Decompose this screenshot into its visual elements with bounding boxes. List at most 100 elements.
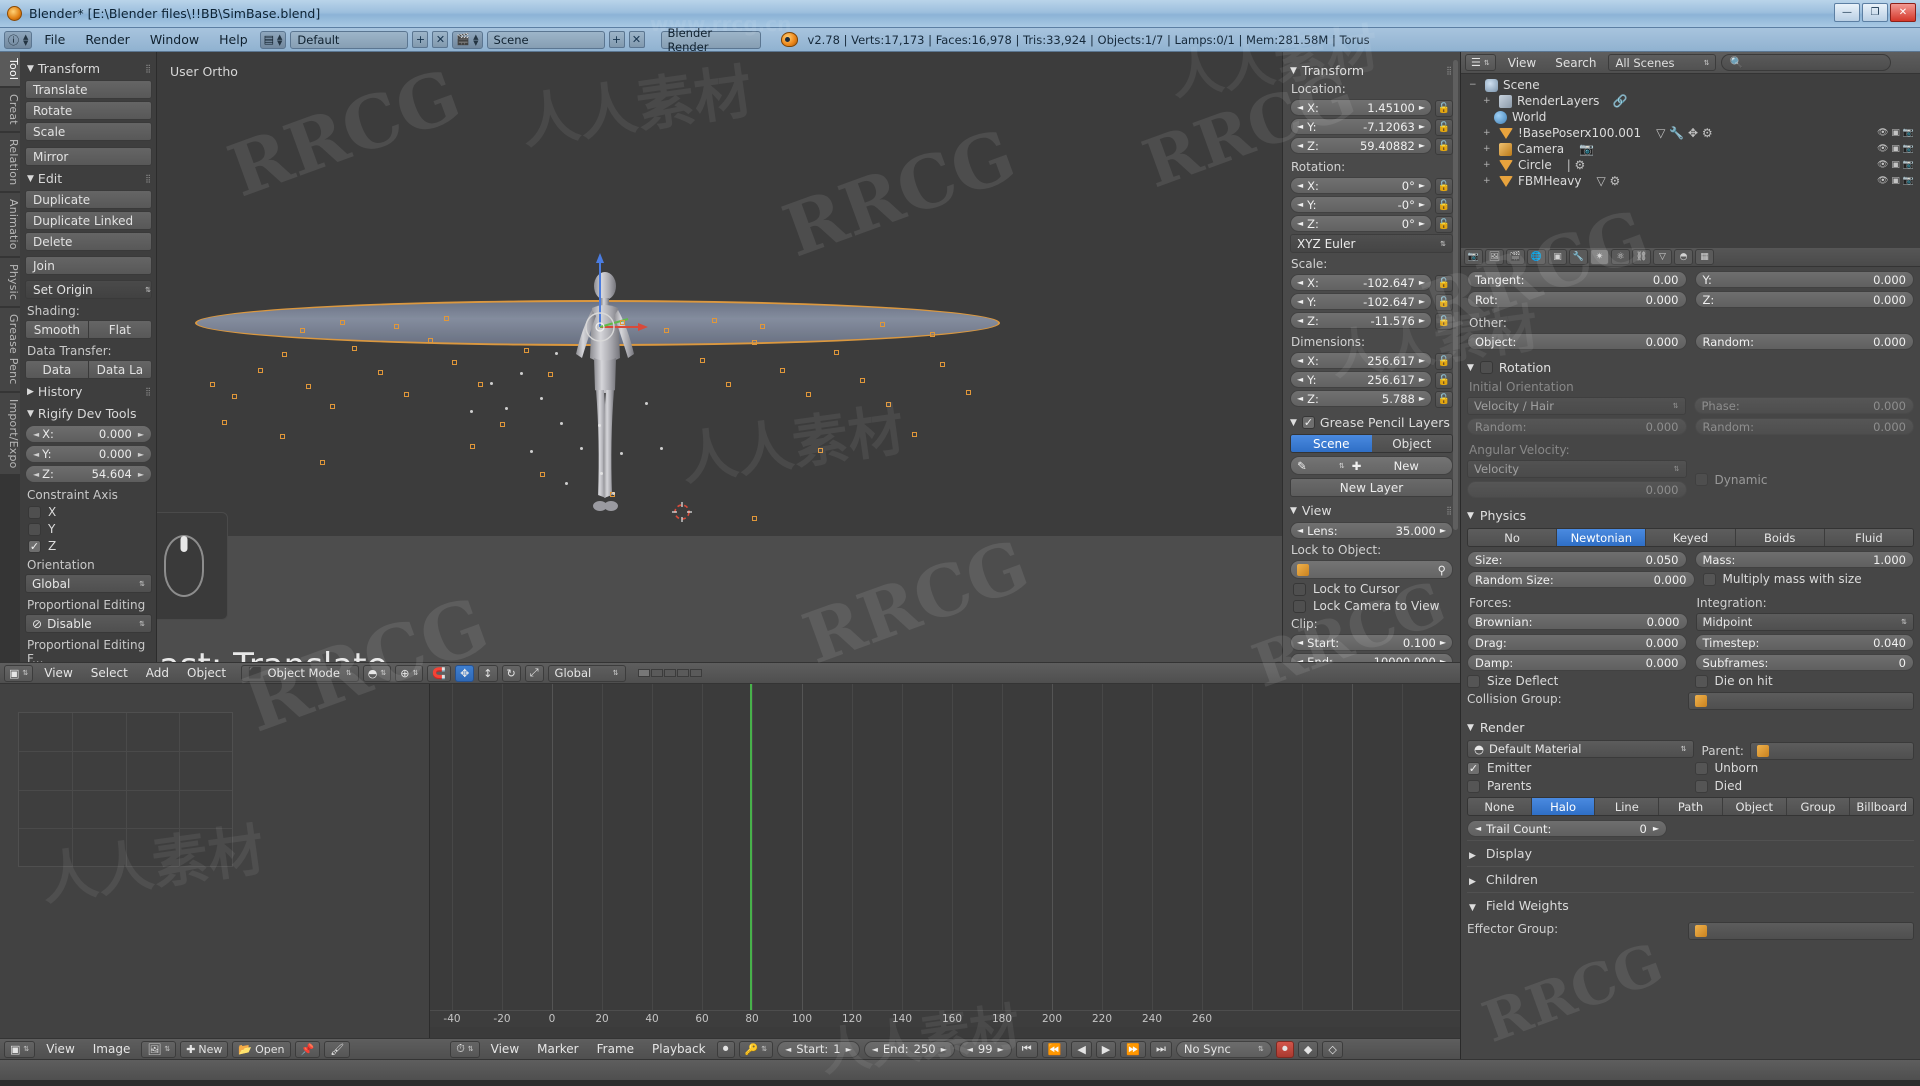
dimensions-z-field[interactable]: ◄ Z: 5.788 ► <box>1290 390 1432 407</box>
unborn-checkbox-row[interactable]: Unborn <box>1694 761 1915 775</box>
play-reverse-button[interactable]: ◀ <box>1071 1040 1092 1058</box>
clip-end-field[interactable]: ◄ End: 10000.000 ► <box>1290 653 1453 662</box>
lock-dimensions-z-icon[interactable]: 🔓 <box>1435 391 1453 408</box>
keyframe-type-icon[interactable]: ◆ <box>1297 1040 1319 1058</box>
grease-pencil-new-row[interactable]: ✎ ⇅ ✚ New <box>1290 456 1453 475</box>
npanel-scrollbar[interactable] <box>1453 60 1458 530</box>
lock-location-x-icon[interactable]: 🔓 <box>1435 100 1453 117</box>
shade-flat-button[interactable]: Flat <box>88 320 152 339</box>
size-deflect-checkbox-row[interactable]: Size Deflect <box>1467 674 1687 688</box>
effector-group-field[interactable] <box>1687 922 1914 940</box>
viewport-menu-object[interactable]: Object <box>180 666 233 680</box>
start-frame-field[interactable]: ◄ Start: 1 ► <box>777 1040 860 1058</box>
join-button[interactable]: Join <box>25 256 152 275</box>
lock-to-cursor-row[interactable]: Lock to Cursor <box>1293 582 1453 596</box>
end-frame-field[interactable]: ◄ End: 250 ► <box>863 1040 955 1058</box>
duplicate-button[interactable]: Duplicate <box>25 190 152 209</box>
toolshelf-tab-create[interactable]: Creat <box>0 88 20 133</box>
toolshelf-tab-import-export[interactable]: Import/Expo <box>0 392 20 477</box>
scale-y-field[interactable]: ◄ Y: -102.647 ► <box>1290 293 1432 310</box>
toolshelf-tab-physics[interactable]: Physic <box>0 258 20 309</box>
outliner-search-input[interactable]: 🔍 <box>1721 54 1892 71</box>
lock-scale-y-icon[interactable]: 🔓 <box>1435 294 1453 311</box>
rotation-z-field[interactable]: ◄ Z: 0° ► <box>1290 215 1432 232</box>
render-type-object[interactable]: Object <box>1722 798 1787 815</box>
gp-tab-object[interactable]: Object <box>1371 435 1452 452</box>
history-section-header[interactable]: ▶ History ⣿ <box>25 381 152 403</box>
manipulator-scale-icon[interactable]: ⤢ <box>524 664 544 682</box>
rot-field[interactable]: Rot: 0.000 <box>1467 291 1687 308</box>
image-editor-region[interactable] <box>0 684 430 1049</box>
menu-window[interactable]: Window <box>142 31 207 49</box>
collapse-icon[interactable]: − <box>1469 80 1480 90</box>
scene-dropdown[interactable]: Scene <box>486 30 605 49</box>
duplicate-linked-button[interactable]: Duplicate Linked <box>25 211 152 230</box>
3d-viewport[interactable]: User Ortho Last: Translate (99) Torus To… <box>0 52 1460 662</box>
children-panel-header[interactable]: ▶ Children <box>1467 866 1914 892</box>
grease-pencil-panel-header[interactable]: ▼ Grease Pencil Layers <box>1290 415 1453 430</box>
properties-tab-render-layers[interactable]: 🖼 <box>1485 249 1504 265</box>
image-menu-image[interactable]: Image <box>86 1042 138 1056</box>
brownian-field[interactable]: Brownian: 0.000 <box>1467 613 1688 630</box>
lock-dimensions-x-icon[interactable]: 🔓 <box>1435 353 1453 370</box>
lock-location-z-icon[interactable]: 🔓 <box>1435 138 1453 155</box>
add-screen-layout-button[interactable]: + <box>412 31 429 48</box>
outliner-row-fbmheavy[interactable]: + FBMHeavy ▽ ⚙ 👁 ▣ 📷 <box>1461 173 1920 189</box>
other-object-field[interactable]: Object: 0.000 <box>1467 333 1687 350</box>
manipulator-translate-icon[interactable]: ↕ <box>478 664 498 682</box>
expand-icon[interactable]: + <box>1483 96 1494 106</box>
snap-icon[interactable]: 🧲 <box>427 664 452 682</box>
playhead[interactable] <box>750 684 752 1027</box>
physics-panel-header[interactable]: ▼ Physics <box>1467 508 1914 523</box>
viewport-menu-add[interactable]: Add <box>139 666 176 680</box>
lock-camera-to-view-row[interactable]: Lock Camera to View <box>1293 599 1453 613</box>
scale-z-field[interactable]: ◄ Z: -11.576 ► <box>1290 312 1432 329</box>
properties-tab-material[interactable]: ◓ <box>1674 249 1693 265</box>
timestep-field[interactable]: Timestep: 0.040 <box>1694 634 1914 651</box>
new-image-button[interactable]: ✚ New <box>180 1040 229 1058</box>
toolshelf-tab-tool[interactable]: Tool <box>0 52 20 89</box>
phase-random-field[interactable]: Random: 0.000 <box>1694 418 1914 435</box>
location-y-field[interactable]: ◄ Y: -7.12063 ► <box>1290 118 1432 135</box>
outliner-row-world[interactable]: World <box>1461 109 1920 125</box>
outliner-display-mode-icon[interactable]: ☰ ⇅ <box>1465 54 1496 71</box>
scale-button[interactable]: Scale <box>25 122 152 141</box>
scene-layers-widget[interactable] <box>637 669 702 677</box>
timeline-menu-view[interactable]: View <box>484 1042 526 1056</box>
lock-dimensions-y-icon[interactable]: 🔓 <box>1435 372 1453 389</box>
constraint-axis-y-row[interactable]: Y <box>28 522 152 536</box>
random-size-field[interactable]: Random Size: 0.000 <box>1467 571 1695 588</box>
properties-tab-data[interactable]: ▽ <box>1653 249 1672 265</box>
outliner-menu-view[interactable]: View <box>1501 56 1543 70</box>
rotation-checkbox-icon[interactable] <box>1479 361 1493 374</box>
expand-icon[interactable]: + <box>1483 160 1494 170</box>
translate-button[interactable]: Translate <box>25 80 152 99</box>
manipulator-toggle[interactable]: ✥ <box>455 664 475 682</box>
outliner-row-scene[interactable]: − Scene <box>1461 77 1920 93</box>
rotate-button[interactable]: Rotate <box>25 101 152 120</box>
operator-x-field[interactable]: ◄ X: 0.000 ► <box>25 425 152 443</box>
lens-field[interactable]: ◄ Lens: 35.000 ► <box>1290 522 1453 539</box>
velocity-y-field[interactable]: Y: 0.000 <box>1694 271 1914 288</box>
play-button[interactable]: ▶ <box>1095 1040 1117 1058</box>
viewport-shading-icon[interactable]: ◓ ⇅ <box>362 664 392 682</box>
die-on-hit-checkbox-row[interactable]: Die on hit <box>1694 674 1915 688</box>
dynamic-checkbox-row[interactable]: Dynamic <box>1694 462 1915 497</box>
data-transfer-button[interactable]: Data <box>25 360 89 379</box>
jump-to-start-button[interactable]: ⏮ <box>1015 1040 1038 1058</box>
render-type-path[interactable]: Path <box>1659 798 1723 815</box>
constraint-axis-x-row[interactable]: X <box>28 505 152 519</box>
expand-icon[interactable]: + <box>1483 176 1494 186</box>
render-engine-dropdown[interactable]: Blender Render <box>660 26 761 54</box>
new-layer-button[interactable]: New Layer <box>1290 478 1453 497</box>
maximize-button[interactable]: ❐ <box>1862 3 1888 22</box>
location-x-field[interactable]: ◄ X: 1.45100 ► <box>1290 99 1432 116</box>
physics-type-boids[interactable]: Boids <box>1735 529 1825 546</box>
jump-to-end-button[interactable]: ⏭ <box>1149 1040 1172 1058</box>
scene-browse-icon[interactable]: 🎬 ▲ ▼ <box>452 30 483 49</box>
material-dropdown[interactable]: ◓ Default Material ⇅ <box>1467 740 1694 758</box>
orientation-dropdown[interactable]: Global ⇅ <box>25 574 152 593</box>
properties-tab-world[interactable]: 🌐 <box>1527 249 1546 265</box>
outliner-restrict-toggles[interactable]: 👁 ▣ 📷 <box>1877 128 1914 138</box>
shade-smooth-button[interactable]: Smooth <box>25 320 89 339</box>
